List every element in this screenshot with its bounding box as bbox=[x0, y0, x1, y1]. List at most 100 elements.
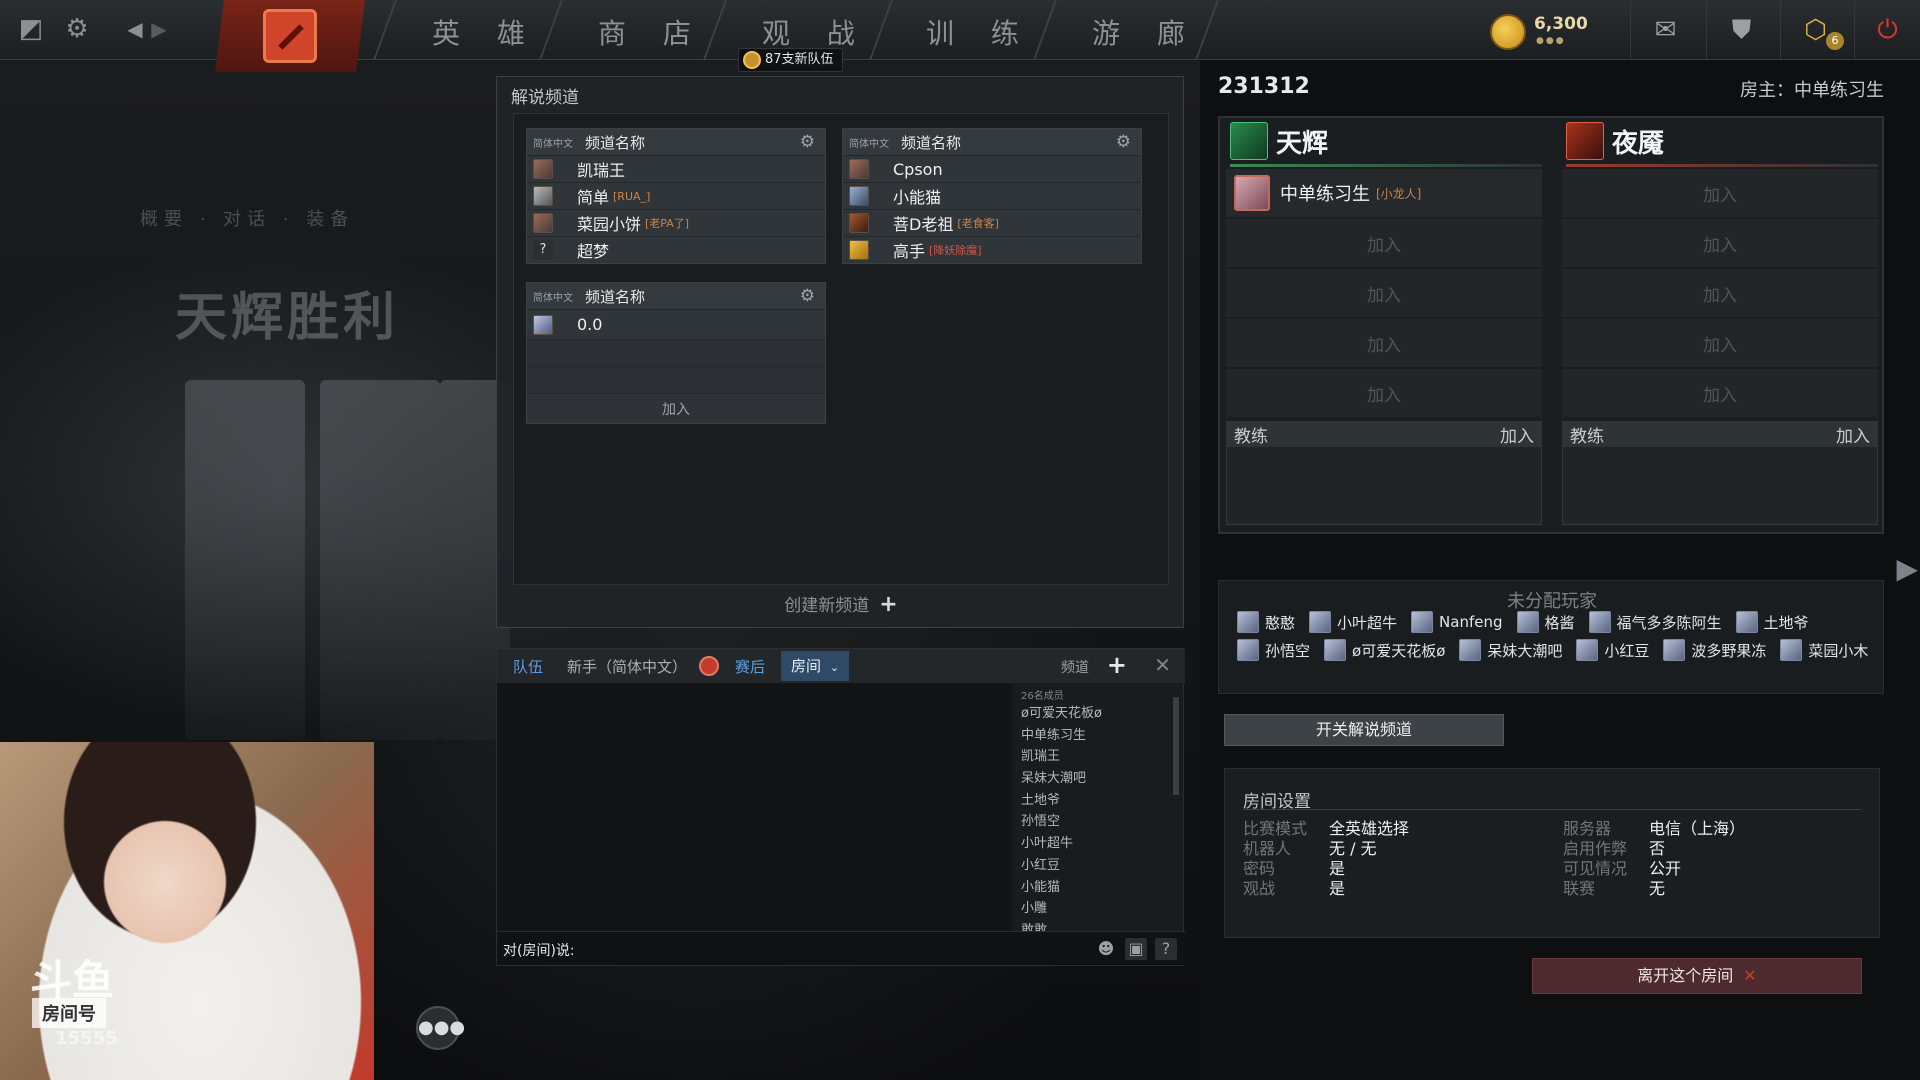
party-icon[interactable]: ●●● bbox=[416, 1006, 465, 1050]
join-slot-button[interactable]: 加入 bbox=[1562, 369, 1878, 417]
list-item[interactable]: 中单练习生 bbox=[1013, 725, 1183, 747]
leave-room-button[interactable]: 离开这个房间 ✕ bbox=[1532, 958, 1862, 994]
tab-newbie-chat[interactable]: 新手（简体中文） bbox=[551, 656, 695, 677]
unassigned-player[interactable]: 菜园小木 bbox=[1780, 639, 1868, 661]
mail-icon[interactable]: ✉ bbox=[1630, 0, 1700, 60]
room-tab-label: 房间 bbox=[791, 657, 822, 675]
list-item[interactable]: 小能猫 bbox=[1013, 877, 1183, 899]
tab-watch[interactable]: 观 战 bbox=[762, 12, 869, 52]
channel-member[interactable]: 小能猫 bbox=[843, 182, 1141, 209]
dashboard-icon[interactable]: ◩ bbox=[14, 12, 48, 46]
channel-settings-gear-icon[interactable]: ⚙ bbox=[800, 286, 815, 306]
join-coach-button[interactable]: 加入 bbox=[1500, 422, 1534, 447]
leave-room-label: 离开这个房间 bbox=[1637, 966, 1734, 985]
list-item[interactable]: 呆妹大潮吧 bbox=[1013, 768, 1183, 790]
list-item[interactable]: 小雕 bbox=[1013, 898, 1183, 920]
tab-post-game-chat[interactable]: 赛后 bbox=[719, 656, 773, 677]
forward-arrow-icon[interactable]: ▶ bbox=[142, 12, 176, 46]
tab-room-chat[interactable]: 房间 ⌄ bbox=[781, 651, 850, 681]
member-name: 高手 bbox=[893, 242, 926, 261]
avatar bbox=[1459, 639, 1482, 661]
list-item[interactable]: 土地爷 bbox=[1013, 790, 1183, 812]
unassigned-player[interactable]: 憨憨 bbox=[1237, 611, 1295, 633]
join-slot-button[interactable]: 加入 bbox=[1562, 169, 1878, 217]
unassigned-player[interactable]: 呆妹大潮吧 bbox=[1459, 639, 1562, 661]
gear-icon[interactable]: ⚙ bbox=[60, 12, 94, 46]
avatar bbox=[1663, 639, 1686, 661]
list-item[interactable]: 凯瑞王 bbox=[1013, 746, 1183, 768]
create-channel-button[interactable]: 创建新频道 + bbox=[497, 591, 1185, 617]
player-name: 孙悟空 bbox=[1265, 641, 1311, 660]
channel-member[interactable]: Cpson bbox=[843, 155, 1141, 182]
unassigned-player[interactable]: ø可爱天花板ø bbox=[1324, 639, 1445, 661]
setting-league: 联赛 无 bbox=[1563, 875, 1665, 898]
chat-panel: 队伍 新手（简体中文） 赛后 房间 ⌄ 频道 + ✕ 26名成员 ø可爱天花板ø… bbox=[496, 648, 1185, 966]
dire-coach-header: 教练 加入 bbox=[1562, 421, 1878, 447]
join-slot-button[interactable]: 加入 bbox=[1226, 319, 1542, 367]
join-slot-button[interactable]: 加入 bbox=[1562, 319, 1878, 367]
player-slot[interactable]: 中单练习生 [小龙人] bbox=[1226, 169, 1542, 217]
join-slot-button[interactable]: 加入 bbox=[1226, 219, 1542, 267]
join-channel-button[interactable]: 加入 bbox=[527, 393, 825, 423]
setting-cheats: 启用作弊否 bbox=[1563, 835, 1665, 858]
setting-bots: 机器人无 / 无 bbox=[1243, 835, 1377, 858]
channel-settings-gear-icon[interactable]: ⚙ bbox=[800, 132, 815, 152]
expand-arrow-icon[interactable]: ▶ bbox=[1896, 552, 1918, 585]
tab-learn[interactable]: 训 练 bbox=[926, 12, 1033, 52]
player-name: 格酱 bbox=[1544, 613, 1575, 632]
currency-display[interactable]: 6,300 ●●● bbox=[1490, 14, 1650, 50]
unassigned-player[interactable]: 孙悟空 bbox=[1237, 639, 1310, 661]
unassigned-player[interactable]: 福气多多陈阿生 bbox=[1588, 611, 1722, 633]
member-name: 菩D老祖 bbox=[893, 215, 954, 234]
toggle-broadcast-button[interactable]: 开关解说频道 bbox=[1224, 714, 1504, 746]
list-item[interactable]: 小红豆 bbox=[1013, 855, 1183, 877]
tab-arcade[interactable]: 游 廊 bbox=[1092, 12, 1199, 52]
image-icon[interactable]: ▣ bbox=[1125, 938, 1147, 960]
join-slot-button[interactable]: 加入 bbox=[1226, 369, 1542, 417]
emoji-icon[interactable]: ☻ bbox=[1095, 938, 1117, 960]
channel-member[interactable]: 菩D老祖 [老食客] bbox=[843, 209, 1141, 236]
chat-input[interactable]: 对(房间)说: ☻ ▣ ? bbox=[497, 931, 1185, 965]
background-victory-text: 天辉胜利 bbox=[175, 287, 400, 348]
avatar bbox=[849, 240, 869, 260]
coach-label: 教练 bbox=[1234, 426, 1268, 447]
close-icon[interactable]: ✕ bbox=[1154, 653, 1171, 677]
new-teams-badge[interactable]: 87支新队伍 bbox=[738, 48, 843, 72]
unassigned-player[interactable]: 格酱 bbox=[1516, 611, 1575, 633]
channel-tab[interactable]: 频道 bbox=[1061, 657, 1089, 677]
help-icon[interactable]: ? bbox=[1155, 938, 1177, 960]
list-item[interactable]: 敢敢 bbox=[1013, 920, 1183, 931]
tab-heroes[interactable]: 英 雄 bbox=[432, 12, 539, 52]
unassigned-player[interactable]: 土地爷 bbox=[1735, 611, 1809, 633]
join-slot-button[interactable]: 加入 bbox=[1562, 219, 1878, 267]
team-badge-icon bbox=[743, 51, 761, 69]
player-name: 呆妹大潮吧 bbox=[1487, 641, 1563, 660]
channel-member[interactable]: 凯瑞王 bbox=[527, 155, 825, 182]
channel-member[interactable]: 0.0 bbox=[527, 309, 825, 339]
tab-store[interactable]: 商 店 bbox=[598, 12, 705, 52]
power-icon[interactable]: ⏻ bbox=[1854, 0, 1920, 60]
list-item[interactable]: ø可爱天花板ø bbox=[1013, 703, 1183, 725]
join-coach-button[interactable]: 加入 bbox=[1836, 422, 1870, 447]
join-slot-button[interactable]: 加入 bbox=[1562, 269, 1878, 317]
dota-logo-button[interactable] bbox=[215, 0, 365, 72]
join-slot-button[interactable]: 加入 bbox=[1226, 269, 1542, 317]
dire-coach-slot bbox=[1562, 447, 1878, 525]
member-list-scrollbar[interactable] bbox=[1173, 697, 1179, 795]
channel-member[interactable]: 简单 [RUA_] bbox=[527, 182, 825, 209]
channel-settings-gear-icon[interactable]: ⚙ bbox=[1116, 132, 1131, 152]
armory-icon[interactable]: ⛊ bbox=[1706, 0, 1776, 60]
tab-team-chat[interactable]: 队伍 bbox=[497, 656, 551, 677]
battle-pass-button[interactable]: ⬡ 6 bbox=[1780, 0, 1850, 60]
unassigned-player[interactable]: 波多野果冻 bbox=[1663, 639, 1766, 661]
list-item[interactable]: 小叶超牛 bbox=[1013, 833, 1183, 855]
unassigned-player[interactable]: 小红豆 bbox=[1576, 639, 1649, 661]
unassigned-player[interactable]: 小叶超牛 bbox=[1309, 611, 1397, 633]
add-channel-icon[interactable]: + bbox=[1107, 651, 1127, 679]
list-item[interactable]: 孙悟空 bbox=[1013, 811, 1183, 833]
channel-member[interactable]: 菜园小饼 [老PA了] bbox=[527, 209, 825, 236]
channel-member[interactable]: ? 超梦 bbox=[527, 236, 825, 263]
channel-member[interactable]: 高手 [降妖除魔] bbox=[843, 236, 1141, 263]
unassigned-player[interactable]: Nanfeng bbox=[1411, 611, 1503, 633]
room-settings-panel: 房间设置 比赛模式 全英雄选择 机器人无 / 无 密码是 观战是 服务器 电信（上海… bbox=[1224, 768, 1880, 938]
